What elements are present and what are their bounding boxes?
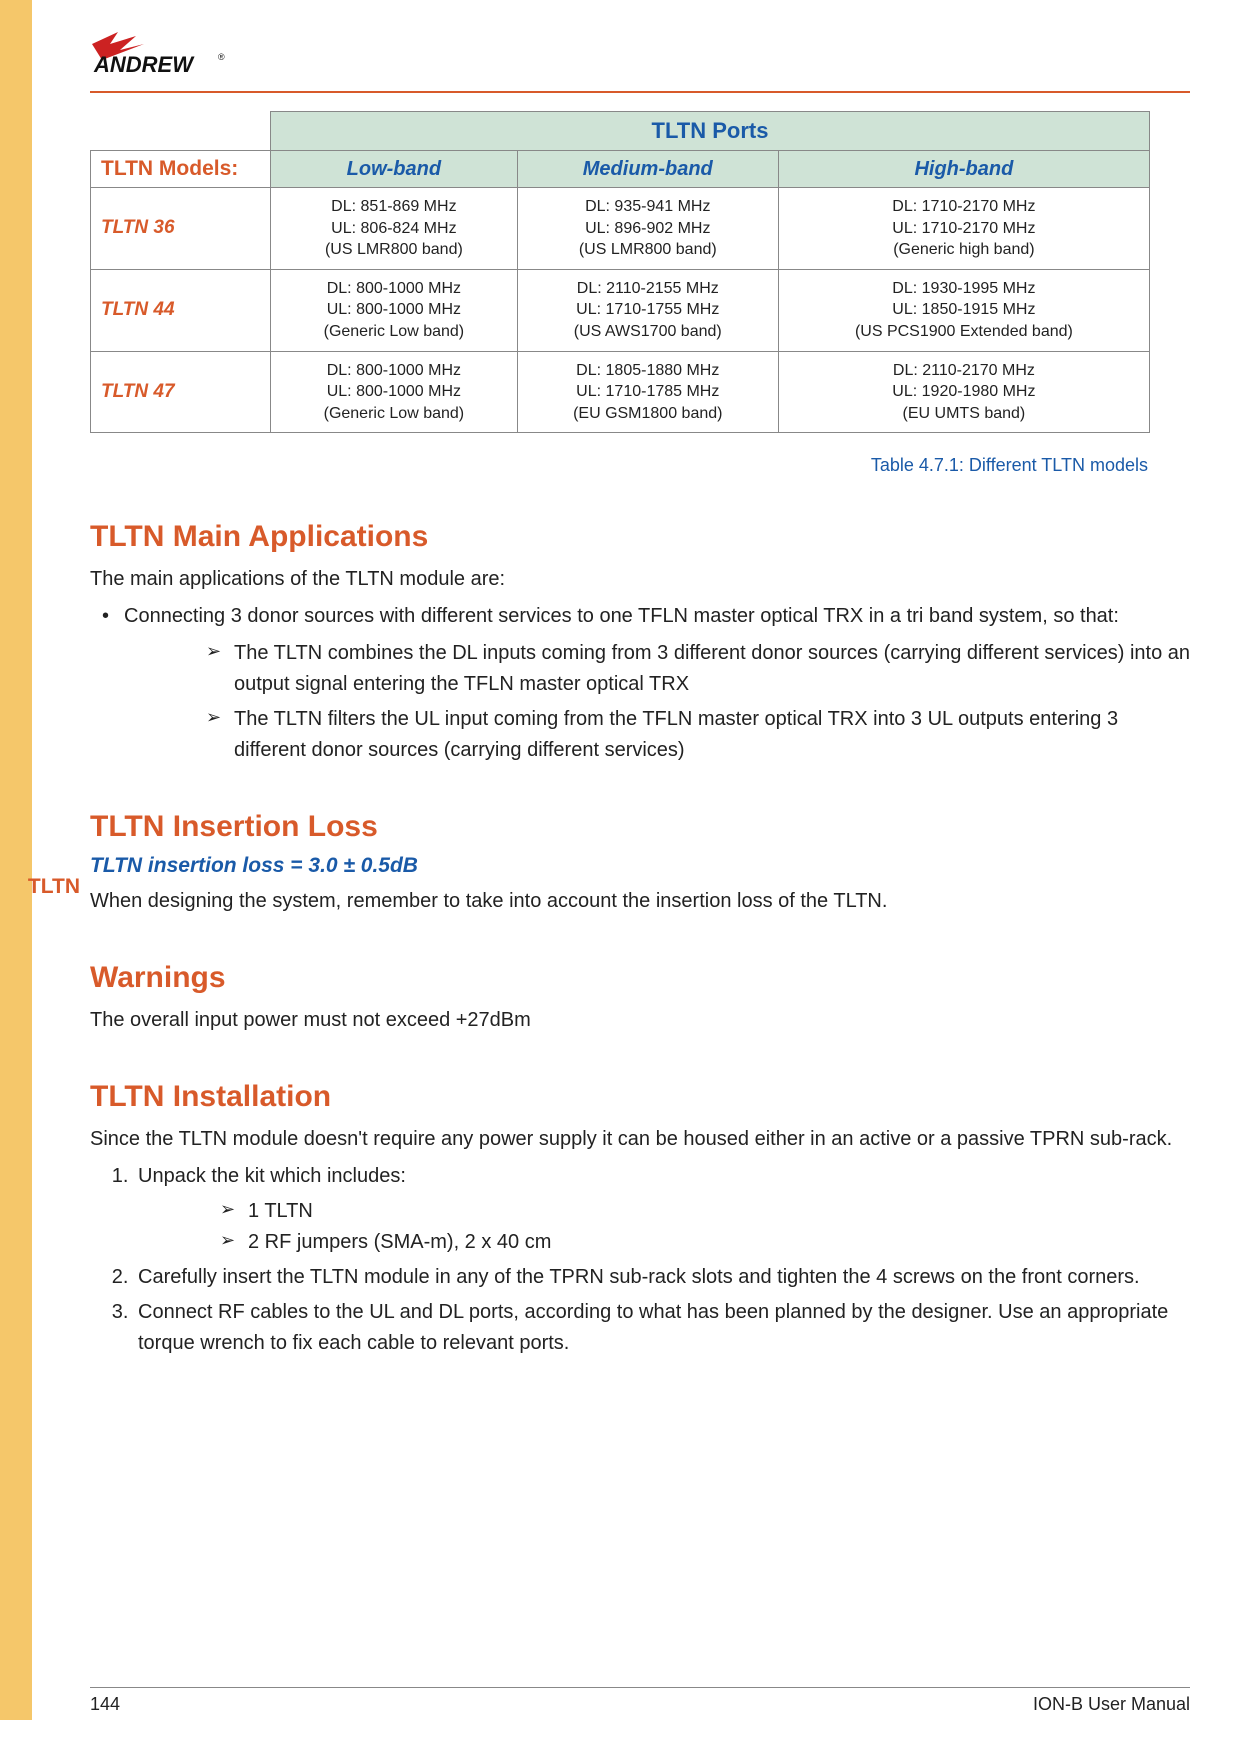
insertion-loss-value: TLTN insertion loss = 3.0 ± 0.5dB (90, 854, 1190, 878)
heading-insertion-loss: TLTN Insertion Loss (90, 810, 1190, 844)
page-number: 144 (90, 1694, 120, 1715)
table-empty-cell (91, 112, 271, 151)
svg-text:®: ® (218, 52, 225, 62)
ul-value: UL: 1850-1915 MHz (892, 301, 1035, 318)
list-item: Connect RF cables to the UL and DL ports… (134, 1297, 1190, 1359)
warnings-text: The overall input power must not exceed … (90, 1005, 1190, 1036)
band-header-low: Low-band (271, 151, 518, 188)
data-cell: DL: 935-941 MHz UL: 896-902 MHz (US LMR8… (517, 188, 778, 270)
heading-main-applications: TLTN Main Applications (90, 520, 1190, 554)
dl-value: DL: 2110-2155 MHz (577, 280, 719, 297)
band-note: (EU GSM1800 band) (573, 405, 722, 422)
model-cell: TLTN 36 (91, 188, 271, 270)
band-note: (US AWS1700 band) (574, 323, 722, 340)
band-header-med: Medium-band (517, 151, 778, 188)
tltn-models-table: TLTN Ports TLTN Models: Low-band Medium-… (90, 111, 1150, 433)
ul-value: UL: 1920-1980 MHz (892, 383, 1035, 400)
band-note: (EU UMTS band) (903, 405, 1026, 422)
header-divider (90, 91, 1190, 93)
ports-header: TLTN Ports (271, 112, 1150, 151)
dl-value: DL: 935-941 MHz (585, 198, 710, 215)
dl-value: DL: 800-1000 MHz (327, 280, 461, 297)
model-cell: TLTN 44 (91, 269, 271, 351)
side-tab-label: TLTN (0, 875, 80, 899)
data-cell: DL: 1710-2170 MHz UL: 1710-2170 MHz (Gen… (778, 188, 1149, 270)
data-cell: DL: 2110-2170 MHz UL: 1920-1980 MHz (EU … (778, 351, 1149, 433)
data-cell: DL: 1930-1995 MHz UL: 1850-1915 MHz (US … (778, 269, 1149, 351)
data-cell: DL: 800-1000 MHz UL: 800-1000 MHz (Gener… (271, 269, 518, 351)
dl-value: DL: 2110-2170 MHz (893, 362, 1035, 379)
list-item: The TLTN filters the UL input coming fro… (124, 704, 1190, 766)
page-content: ANDREW ® TLTN Ports TLTN Models: Low-ban… (90, 0, 1190, 1363)
models-header: TLTN Models: (91, 151, 271, 188)
band-note: (US LMR800 band) (579, 241, 717, 258)
band-note: (Generic high band) (893, 241, 1034, 258)
table-caption: Table 4.7.1: Different TLTN models (90, 455, 1148, 476)
table-row: TLTN 36 DL: 851-869 MHz UL: 806-824 MHz … (91, 188, 1150, 270)
dl-value: DL: 851-869 MHz (331, 198, 456, 215)
table-row: TLTN 47 DL: 800-1000 MHz UL: 800-1000 MH… (91, 351, 1150, 433)
side-tab (0, 0, 32, 1720)
band-note: (Generic Low band) (324, 405, 465, 422)
andrew-logo-icon: ANDREW ® (90, 30, 250, 78)
dl-value: DL: 1930-1995 MHz (892, 280, 1035, 297)
dl-value: DL: 1710-2170 MHz (892, 198, 1035, 215)
page-footer: 144 ION-B User Manual (90, 1687, 1190, 1715)
install-kit-list: 1 TLTN 2 RF jumpers (SMA-m), 2 x 40 cm (138, 1196, 1190, 1258)
ul-value: UL: 806-824 MHz (331, 220, 456, 237)
bullet-text: Connecting 3 donor sources with differen… (124, 605, 1119, 627)
data-cell: DL: 2110-2155 MHz UL: 1710-1755 MHz (US … (517, 269, 778, 351)
ul-value: UL: 800-1000 MHz (327, 301, 461, 318)
manual-title: ION-B User Manual (1033, 1694, 1190, 1715)
data-cell: DL: 1805-1880 MHz UL: 1710-1785 MHz (EU … (517, 351, 778, 433)
ul-value: UL: 896-902 MHz (585, 220, 710, 237)
dl-value: DL: 800-1000 MHz (327, 362, 461, 379)
data-cell: DL: 800-1000 MHz UL: 800-1000 MHz (Gener… (271, 351, 518, 433)
ul-value: UL: 800-1000 MHz (327, 383, 461, 400)
band-note: (Generic Low band) (324, 323, 465, 340)
list-item: 2 RF jumpers (SMA-m), 2 x 40 cm (138, 1227, 1190, 1258)
install-steps: Unpack the kit which includes: 1 TLTN 2 … (90, 1161, 1190, 1359)
step-text: Unpack the kit which includes: (138, 1165, 406, 1187)
insertion-loss-text: When designing the system, remember to t… (90, 886, 1190, 917)
band-note: (US LMR800 band) (325, 241, 463, 258)
ul-value: UL: 1710-2170 MHz (892, 220, 1035, 237)
list-item: Unpack the kit which includes: 1 TLTN 2 … (134, 1161, 1190, 1258)
heading-installation: TLTN Installation (90, 1080, 1190, 1114)
band-header-high: High-band (778, 151, 1149, 188)
list-item: Connecting 3 donor sources with differen… (90, 601, 1190, 766)
ul-value: UL: 1710-1755 MHz (576, 301, 719, 318)
footer-divider (90, 1687, 1190, 1688)
main-apps-intro: The main applications of the TLTN module… (90, 564, 1190, 595)
data-cell: DL: 851-869 MHz UL: 806-824 MHz (US LMR8… (271, 188, 518, 270)
install-intro: Since the TLTN module doesn't require an… (90, 1124, 1190, 1155)
svg-text:ANDREW: ANDREW (93, 52, 195, 77)
heading-warnings: Warnings (90, 961, 1190, 995)
dl-value: DL: 1805-1880 MHz (576, 362, 719, 379)
list-item: Carefully insert the TLTN module in any … (134, 1262, 1190, 1293)
list-item: 1 TLTN (138, 1196, 1190, 1227)
main-apps-bullets: Connecting 3 donor sources with differen… (90, 601, 1190, 766)
model-cell: TLTN 47 (91, 351, 271, 433)
main-apps-sublist: The TLTN combines the DL inputs coming f… (124, 638, 1190, 766)
ul-value: UL: 1710-1785 MHz (576, 383, 719, 400)
logo-row: ANDREW ® (90, 0, 1190, 91)
band-note: (US PCS1900 Extended band) (855, 323, 1073, 340)
table-row: TLTN 44 DL: 800-1000 MHz UL: 800-1000 MH… (91, 269, 1150, 351)
list-item: The TLTN combines the DL inputs coming f… (124, 638, 1190, 700)
